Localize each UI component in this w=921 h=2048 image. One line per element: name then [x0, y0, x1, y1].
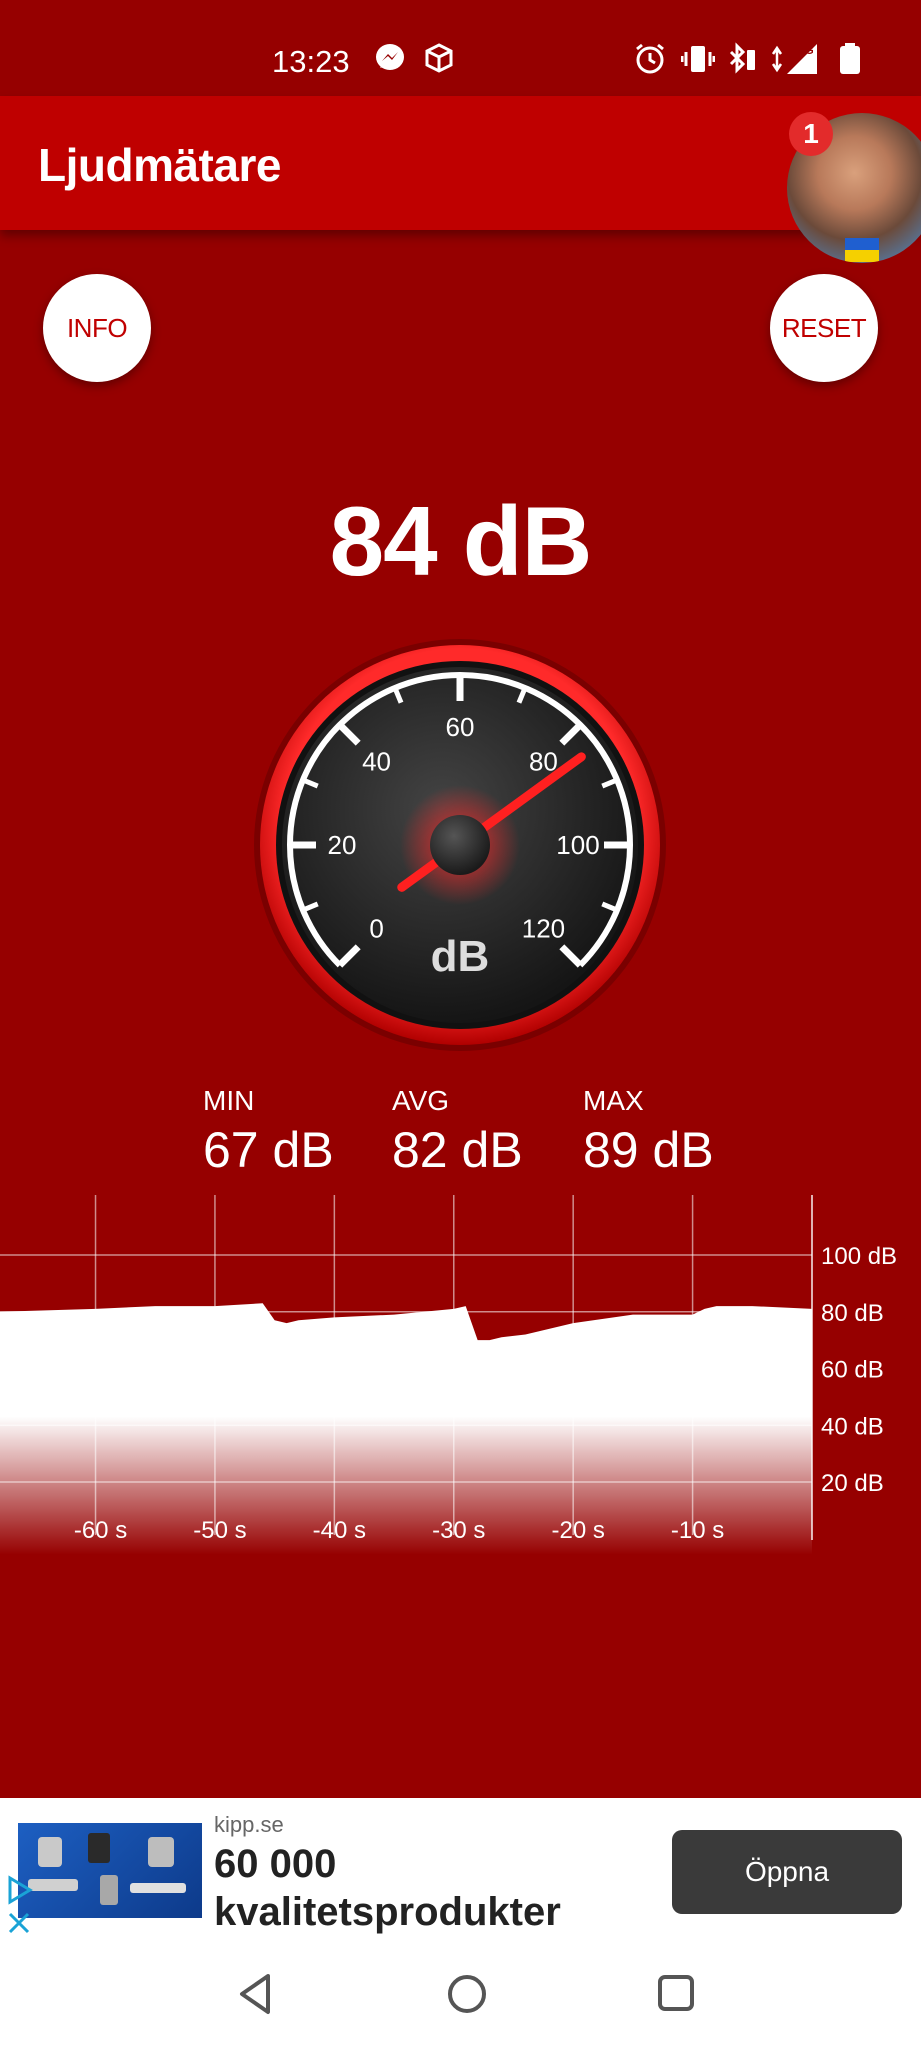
- ad-title: 60 000 kvalitetsprodukter: [214, 1840, 561, 1936]
- back-icon[interactable]: [236, 1972, 276, 2016]
- recents-icon[interactable]: [655, 1972, 697, 2014]
- chart-x-tick-label: -40 s: [313, 1517, 366, 1544]
- ukraine-flag-icon: [845, 238, 879, 262]
- stat-avg-label: AVG: [392, 1085, 450, 1116]
- stat-avg: AVG 82 dB: [392, 1085, 523, 1179]
- gauge-unit-label: dB: [431, 932, 490, 981]
- messenger-icon: [376, 44, 404, 70]
- gauge-tick-label: 60: [446, 712, 475, 742]
- stat-avg-value: 82 dB: [392, 1122, 523, 1178]
- reset-button[interactable]: RESET: [770, 274, 878, 382]
- notification-badge: 1: [789, 112, 833, 156]
- alarm-icon: [636, 43, 664, 74]
- system-nav-bar: [0, 1940, 921, 2048]
- chart-x-tick-label: -10 s: [671, 1517, 724, 1544]
- status-bar: 13:23 4G: [0, 0, 921, 96]
- gauge-tick-label: 120: [522, 913, 565, 943]
- home-icon[interactable]: [445, 1972, 489, 2016]
- gauge-tick-label: 20: [328, 830, 357, 860]
- chart-y-ticks: 20 dB 40 dB 60 dB 80 dB 100 dB: [821, 1243, 897, 1497]
- chart-y-tick-label: 60 dB: [821, 1357, 884, 1384]
- ad-banner[interactable]: kipp.se 60 000 kvalitetsprodukter Öppna: [0, 1798, 921, 1940]
- ad-domain: kipp.se: [214, 1812, 284, 1837]
- stat-min: MIN 67 dB: [203, 1085, 334, 1179]
- ad-open-button[interactable]: Öppna: [672, 1830, 902, 1914]
- app-bar: Ljudmätare: [0, 96, 921, 230]
- stat-min-value: 67 dB: [203, 1122, 334, 1178]
- battery-icon: [840, 43, 860, 74]
- db-gauge: 020406080100120 dB: [254, 639, 666, 1051]
- adchoices-icon[interactable]: [4, 1872, 34, 1938]
- gauge-hub: [430, 815, 490, 875]
- info-button[interactable]: INFO: [43, 274, 151, 382]
- history-chart: -60 s -50 s -40 s -30 s -20 s -10 s 20 dB 40 d…: [0, 1195, 897, 1555]
- cube-icon: [425, 43, 453, 73]
- chart-y-tick-label: 40 dB: [821, 1413, 884, 1440]
- chart-y-tick-label: 20 dB: [821, 1470, 884, 1497]
- stat-min-label: MIN: [203, 1085, 255, 1116]
- stat-max-value: 89 dB: [583, 1122, 714, 1178]
- status-time: 13:23: [272, 44, 350, 79]
- ad-title-line2: kvalitetsprodukter: [214, 1890, 561, 1934]
- chart-x-tick-label: -20 s: [551, 1517, 604, 1544]
- app-title: Ljudmätare: [38, 139, 281, 191]
- stat-max: MAX 89 dB: [583, 1085, 714, 1179]
- chart-x-tick-label: -50 s: [193, 1517, 246, 1544]
- stat-max-label: MAX: [583, 1085, 644, 1116]
- signal-4g-icon: 4G: [771, 44, 817, 74]
- chart-y-tick-label: 80 dB: [821, 1300, 884, 1327]
- network-label: 4G: [799, 45, 814, 57]
- chart-x-tick-label: -60 s: [74, 1517, 127, 1544]
- chart-x-tick-label: -30 s: [432, 1517, 485, 1544]
- gauge-tick-label: 0: [369, 913, 383, 943]
- vibrate-icon: [681, 46, 715, 72]
- current-reading: 84 dB: [329, 486, 593, 596]
- chart-y-tick-label: 100 dB: [821, 1243, 897, 1270]
- gauge-tick-label: 100: [556, 830, 599, 860]
- ad-title-line1: 60 000: [214, 1842, 337, 1886]
- ad-image[interactable]: [18, 1823, 202, 1918]
- gauge-tick-label: 40: [362, 747, 391, 777]
- bluetooth-battery-icon: [729, 42, 755, 74]
